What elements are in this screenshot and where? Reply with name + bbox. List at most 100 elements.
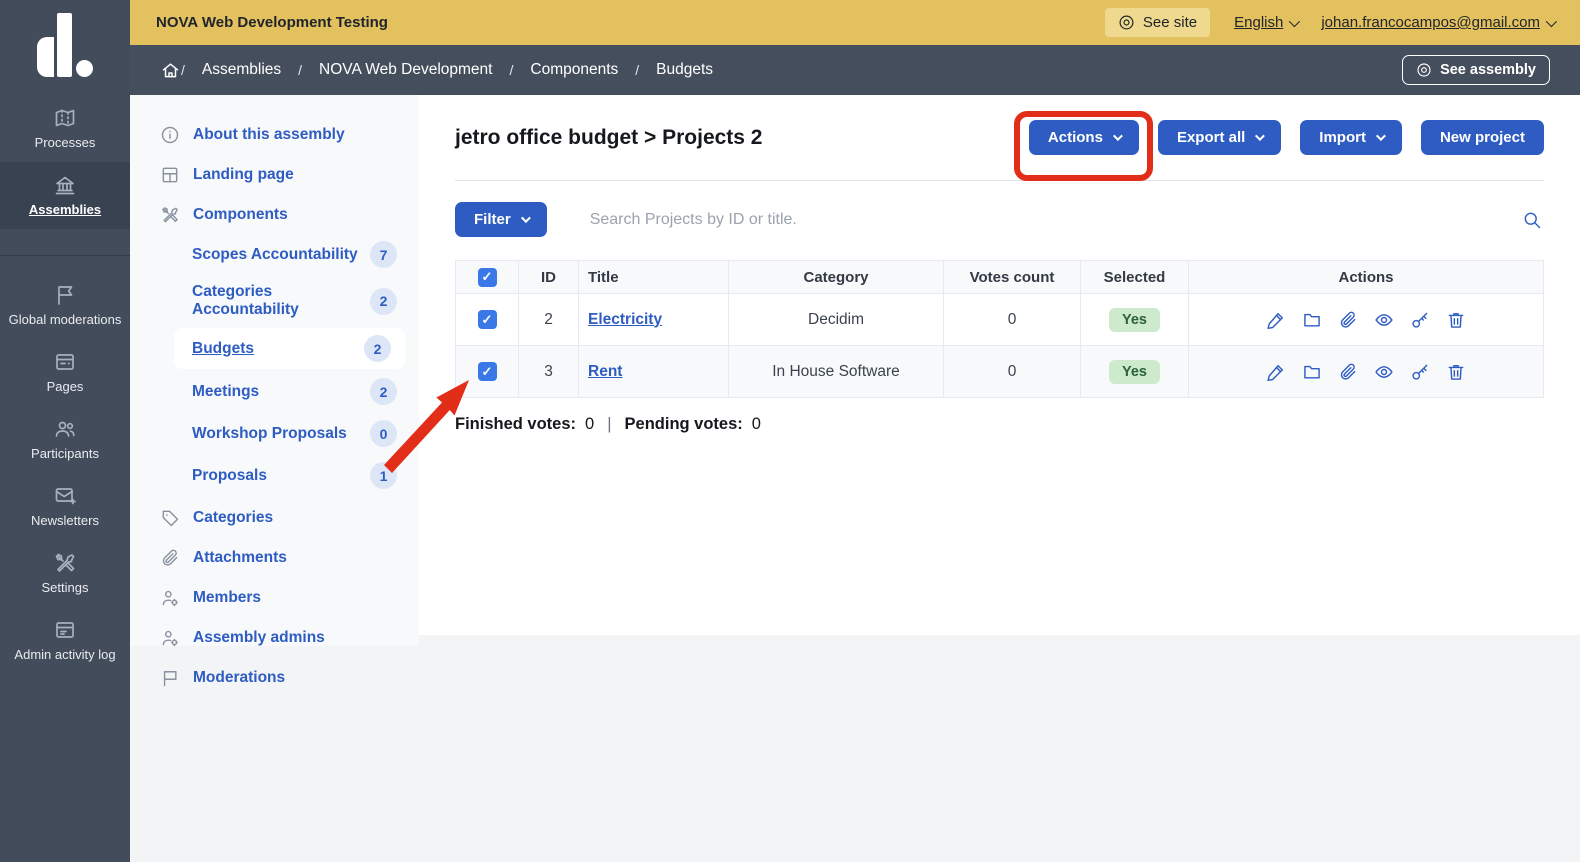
assembly-submenu: About this assembly Landing page Compone… [130, 95, 419, 646]
sidebar-item-label: Assemblies [29, 203, 101, 218]
chevron-down-icon [1113, 131, 1123, 141]
paperclip-icon[interactable] [1338, 310, 1358, 330]
participants-icon [53, 417, 77, 441]
folder-icon[interactable] [1302, 310, 1322, 330]
chevron-down-icon [1376, 131, 1386, 141]
filter-button[interactable]: Filter [455, 202, 547, 237]
filter-search-row: Filter [455, 202, 1544, 237]
export-all-label: Export all [1177, 129, 1245, 146]
breadcrumb-item-components[interactable]: Components [530, 61, 618, 79]
project-votes-count: 0 [944, 294, 1081, 346]
component-item-workshop-proposals[interactable]: Workshop Proposals 0 [130, 414, 419, 453]
see-site-button[interactable]: See site [1105, 8, 1210, 37]
export-all-button[interactable]: Export all [1158, 120, 1281, 155]
home-icon[interactable] [160, 60, 181, 81]
search-button[interactable] [1520, 208, 1544, 232]
language-label: English [1234, 14, 1283, 31]
folder-icon[interactable] [1302, 362, 1322, 382]
language-selector[interactable]: English [1234, 14, 1297, 31]
edit-pencil-icon[interactable] [1266, 310, 1286, 330]
content-area: About this assembly Landing page Compone… [130, 95, 1580, 862]
submenu-item-landing-page[interactable]: Landing page [130, 155, 419, 195]
row-actions [1189, 310, 1543, 330]
topbar-controls: See site English johan.francocampos@gmai… [1105, 8, 1554, 37]
submenu-item-label: About this assembly [193, 126, 345, 144]
breadcrumb-item-budgets[interactable]: Budgets [656, 61, 713, 79]
sidebar-item-settings[interactable]: Settings [0, 540, 130, 607]
preview-eye-icon[interactable] [1374, 362, 1394, 382]
activity-log-icon [53, 618, 77, 642]
delete-trash-icon[interactable] [1446, 310, 1466, 330]
sidebar-item-admin-activity-log[interactable]: Admin activity log [0, 607, 130, 674]
see-assembly-button[interactable]: See assembly [1402, 55, 1550, 85]
select-all-checkbox[interactable] [478, 268, 497, 287]
submenu-item-moderations[interactable]: Moderations [130, 658, 419, 698]
submenu-item-label: Components [193, 206, 288, 224]
header-buttons: Actions Export all Import New project [1029, 120, 1544, 155]
row-checkbox[interactable] [478, 310, 497, 329]
edit-pencil-icon[interactable] [1266, 362, 1286, 382]
component-item-categories-accountability[interactable]: Categories Accountability 2 [130, 277, 419, 325]
submenu-item-label: Attachments [193, 549, 287, 567]
person-gear-icon [160, 628, 180, 648]
component-item-scopes-accountability[interactable]: Scopes Accountability 7 [130, 235, 419, 274]
pending-votes-value: 0 [752, 415, 761, 434]
row-checkbox[interactable] [478, 362, 497, 381]
admin-sidebar: Processes Assemblies Global moderations … [0, 0, 130, 862]
submenu-item-about[interactable]: About this assembly [130, 115, 419, 155]
submenu-item-categories[interactable]: Categories [130, 498, 419, 538]
selected-badge: Yes [1109, 308, 1160, 332]
paperclip-icon[interactable] [1338, 362, 1358, 382]
sidebar-item-participants[interactable]: Participants [0, 406, 130, 473]
component-item-meetings[interactable]: Meetings 2 [130, 372, 419, 411]
tag-icon [160, 508, 180, 528]
table-header-row: ID Title Category Votes count Selected A… [456, 261, 1544, 294]
project-votes-count: 0 [944, 346, 1081, 398]
chevron-down-icon [1255, 131, 1265, 141]
flag-icon [160, 668, 180, 688]
sidebar-item-newsletters[interactable]: Newsletters [0, 473, 130, 540]
submenu-item-members[interactable]: Members [130, 578, 419, 618]
search-icon [1522, 210, 1542, 230]
project-category: Decidim [729, 294, 944, 346]
sidebar-item-global-moderations[interactable]: Global moderations [0, 272, 130, 339]
actions-label: Actions [1048, 129, 1103, 146]
pending-votes-label: Pending votes: [625, 415, 743, 434]
sidebar-item-label: Participants [31, 447, 99, 462]
finished-votes-label: Finished votes: [455, 415, 576, 434]
chevron-down-icon [521, 213, 531, 223]
breadcrumb-item-assembly[interactable]: NOVA Web Development [319, 61, 492, 79]
permissions-key-icon[interactable] [1410, 310, 1430, 330]
project-id: 3 [519, 346, 579, 398]
submenu-item-attachments[interactable]: Attachments [130, 538, 419, 578]
sidebar-item-label: Admin activity log [14, 648, 115, 663]
component-item-proposals[interactable]: Proposals 1 [130, 456, 419, 495]
user-menu[interactable]: johan.francocampos@gmail.com [1321, 14, 1554, 31]
project-title-link[interactable]: Electricity [588, 311, 662, 328]
import-button[interactable]: Import [1300, 120, 1402, 155]
projects-table: ID Title Category Votes count Selected A… [455, 260, 1544, 398]
breadcrumb-item-assemblies[interactable]: Assemblies [202, 61, 281, 79]
project-title-link[interactable]: Rent [588, 363, 622, 380]
organization-title: NOVA Web Development Testing [156, 14, 388, 31]
page-title: jetro office budget > Projects 2 [455, 126, 762, 150]
new-project-label: New project [1440, 129, 1525, 146]
submenu-item-label: Members [193, 589, 261, 607]
submenu-item-components[interactable]: Components [130, 195, 419, 235]
sidebar-item-pages[interactable]: Pages [0, 339, 130, 406]
submenu-item-assembly-admins[interactable]: Assembly admins [130, 618, 419, 658]
delete-trash-icon[interactable] [1446, 362, 1466, 382]
decidim-logo [0, 0, 130, 95]
filter-label: Filter [474, 211, 511, 228]
see-site-label: See site [1143, 14, 1197, 31]
preview-eye-icon[interactable] [1374, 310, 1394, 330]
sidebar-item-processes[interactable]: Processes [0, 95, 130, 162]
sidebar-item-assemblies[interactable]: Assemblies [0, 162, 130, 229]
sidebar-item-label: Global moderations [9, 313, 122, 328]
column-header-selected: Selected [1081, 261, 1189, 294]
component-item-budgets[interactable]: Budgets 2 [174, 328, 405, 369]
new-project-button[interactable]: New project [1421, 120, 1544, 155]
permissions-key-icon[interactable] [1410, 362, 1430, 382]
actions-button[interactable]: Actions [1029, 120, 1139, 155]
search-input[interactable] [590, 211, 1520, 229]
